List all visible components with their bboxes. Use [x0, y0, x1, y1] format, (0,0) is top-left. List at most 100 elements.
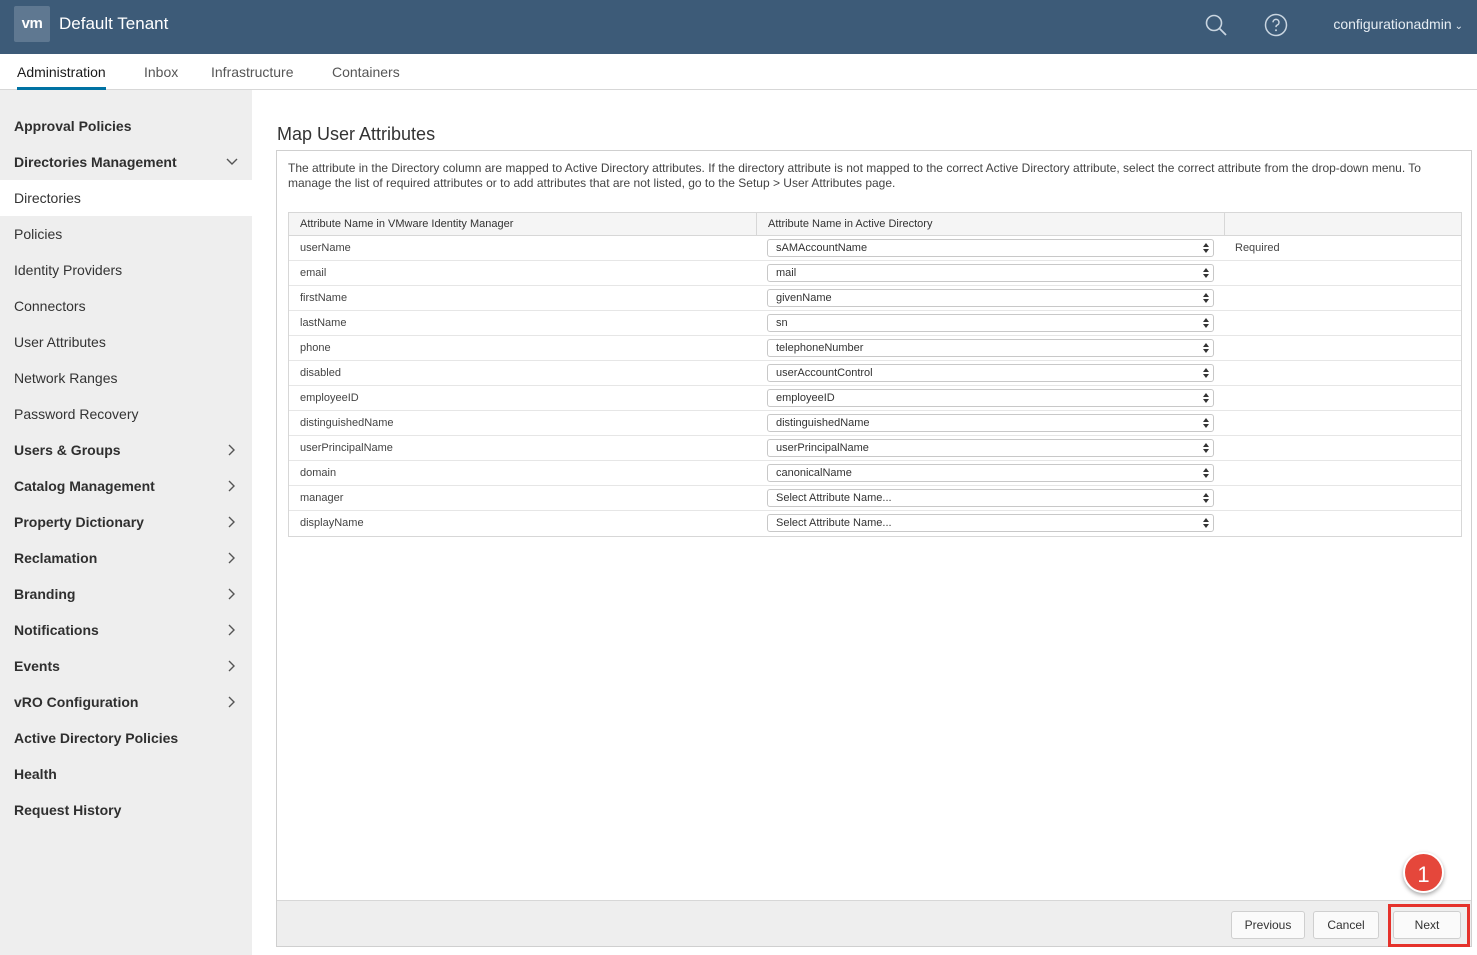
sidebar-item-vro-configuration[interactable]: vRO Configuration	[0, 684, 252, 720]
cancel-button[interactable]: Cancel	[1313, 911, 1379, 939]
chevron-right-icon	[228, 444, 235, 456]
select-arrows-icon	[1203, 243, 1209, 253]
ad-attribute-select[interactable]: userAccountControl	[767, 364, 1214, 382]
ad-attribute-select[interactable]: telephoneNumber	[767, 339, 1214, 357]
sidebar-item-request-history[interactable]: Request History	[0, 792, 252, 828]
select-value: Select Attribute Name...	[776, 517, 892, 529]
select-value: distinguishedName	[776, 417, 870, 429]
chevron-down-icon	[226, 158, 238, 165]
attribute-name: email	[300, 267, 327, 279]
attribute-name: employeeID	[300, 392, 359, 404]
table-row: userPrincipalName userPrincipalName	[289, 436, 1461, 461]
search-icon[interactable]	[1204, 13, 1228, 37]
sidebar-item-directories-management[interactable]: Directories Management	[0, 144, 252, 180]
ad-attribute-select[interactable]: Select Attribute Name...	[767, 514, 1214, 532]
sidebar-item-property-dictionary[interactable]: Property Dictionary	[0, 504, 252, 540]
ad-attribute-select[interactable]: canonicalName	[767, 464, 1214, 482]
ad-attribute-select[interactable]: employeeID	[767, 389, 1214, 407]
help-icon[interactable]	[1264, 13, 1288, 37]
sidebar-item-health[interactable]: Health	[0, 756, 252, 792]
sidebar-item-approval-policies[interactable]: Approval Policies	[0, 108, 252, 144]
select-arrows-icon	[1203, 443, 1209, 453]
chevron-right-icon	[228, 696, 235, 708]
sidebar-item-label: vRO Configuration	[14, 694, 139, 710]
sidebar-item-events[interactable]: Events	[0, 648, 252, 684]
tab-inbox[interactable]: Inbox	[144, 64, 178, 90]
select-arrows-icon	[1203, 293, 1209, 303]
page-title: Map User Attributes	[277, 124, 436, 144]
select-arrows-icon	[1203, 418, 1209, 428]
ad-attribute-select[interactable]: sAMAccountName	[767, 239, 1214, 257]
attribute-name: disabled	[300, 367, 341, 379]
sidebar-item-policies[interactable]: Policies	[0, 216, 252, 252]
select-arrows-icon	[1203, 493, 1209, 503]
ad-attribute-select[interactable]: mail	[767, 264, 1214, 282]
chevron-right-icon	[228, 624, 235, 636]
select-value: Select Attribute Name...	[776, 492, 892, 504]
attribute-name: firstName	[300, 292, 348, 304]
chevron-right-icon	[228, 480, 235, 492]
sidebar-item-user-attributes[interactable]: User Attributes	[0, 324, 252, 360]
column-header-required	[1225, 213, 1461, 236]
attribute-mapping-table: Attribute Name in VMware Identity Manage…	[288, 212, 1462, 537]
user-menu[interactable]: configurationadmin ⌄	[1333, 16, 1463, 32]
select-value: mail	[776, 267, 797, 279]
sidebar-item-active-directory-policies[interactable]: Active Directory Policies	[0, 720, 252, 756]
previous-button[interactable]: Previous	[1231, 911, 1305, 939]
sidebar-item-branding[interactable]: Branding	[0, 576, 252, 612]
attribute-name: userName	[300, 242, 351, 254]
tab-administration[interactable]: Administration	[17, 64, 106, 90]
ad-attribute-select[interactable]: sn	[767, 314, 1214, 332]
table-row: distinguishedName distinguishedName	[289, 411, 1461, 436]
sidebar-item-catalog-management[interactable]: Catalog Management	[0, 468, 252, 504]
step-callout-badge: 1	[1403, 852, 1444, 893]
select-arrows-icon	[1203, 393, 1209, 403]
vmware-logo[interactable]: vm	[14, 6, 50, 42]
wizard-footer: Previous Cancel Next	[277, 900, 1471, 946]
attribute-name: phone	[300, 342, 331, 354]
select-arrows-icon	[1203, 318, 1209, 328]
attribute-name: manager	[300, 492, 344, 504]
ad-attribute-select[interactable]: distinguishedName	[767, 414, 1214, 432]
table-row: manager Select Attribute Name...	[289, 486, 1461, 511]
select-value: userAccountControl	[776, 367, 873, 379]
table-row: employeeID employeeID	[289, 386, 1461, 411]
ad-attribute-select[interactable]: givenName	[767, 289, 1214, 307]
table-row: displayName Select Attribute Name...	[289, 511, 1461, 536]
top-header-bar: vm Default Tenant configurationadmin ⌄	[0, 0, 1477, 54]
sidebar-item-users-groups[interactable]: Users & Groups	[0, 432, 252, 468]
sidebar-item-label: Events	[14, 658, 60, 674]
select-value: canonicalName	[776, 467, 852, 479]
select-value: telephoneNumber	[776, 342, 864, 354]
sidebar-item-label: Catalog Management	[14, 478, 155, 494]
user-name: configurationadmin	[1333, 16, 1452, 32]
table-row: firstName givenName	[289, 286, 1461, 311]
tab-infrastructure[interactable]: Infrastructure	[211, 64, 293, 90]
tab-containers[interactable]: Containers	[332, 64, 400, 90]
select-value: sn	[776, 317, 788, 329]
description-text: The attribute in the Directory column ar…	[288, 161, 1421, 190]
attribute-name: distinguishedName	[300, 417, 394, 429]
column-header-vmware-attribute: Attribute Name in VMware Identity Manage…	[289, 213, 757, 236]
ad-attribute-select[interactable]: Select Attribute Name...	[767, 489, 1214, 507]
chevron-down-icon: ⌄	[1454, 21, 1463, 32]
chevron-right-icon	[228, 552, 235, 564]
sidebar-item-reclamation[interactable]: Reclamation	[0, 540, 252, 576]
sidebar-item-notifications[interactable]: Notifications	[0, 612, 252, 648]
attribute-name: userPrincipalName	[300, 442, 393, 454]
sidebar-item-connectors[interactable]: Connectors	[0, 288, 252, 324]
sidebar-item-label: Property Dictionary	[14, 514, 144, 530]
sidebar-item-directories[interactable]: Directories	[0, 180, 252, 216]
sidebar-item-identity-providers[interactable]: Identity Providers	[0, 252, 252, 288]
select-arrows-icon	[1203, 368, 1209, 378]
map-attributes-panel: The attribute in the Directory column ar…	[276, 150, 1472, 947]
select-value: givenName	[776, 292, 832, 304]
sidebar-item-label: Notifications	[14, 622, 99, 638]
sidebar-item-label: Users & Groups	[14, 442, 121, 458]
sidebar-item-network-ranges[interactable]: Network Ranges	[0, 360, 252, 396]
select-arrows-icon	[1203, 518, 1209, 528]
select-value: employeeID	[776, 392, 835, 404]
sidebar-item-password-recovery[interactable]: Password Recovery	[0, 396, 252, 432]
ad-attribute-select[interactable]: userPrincipalName	[767, 439, 1214, 457]
sidebar-item-label: Reclamation	[14, 550, 98, 566]
